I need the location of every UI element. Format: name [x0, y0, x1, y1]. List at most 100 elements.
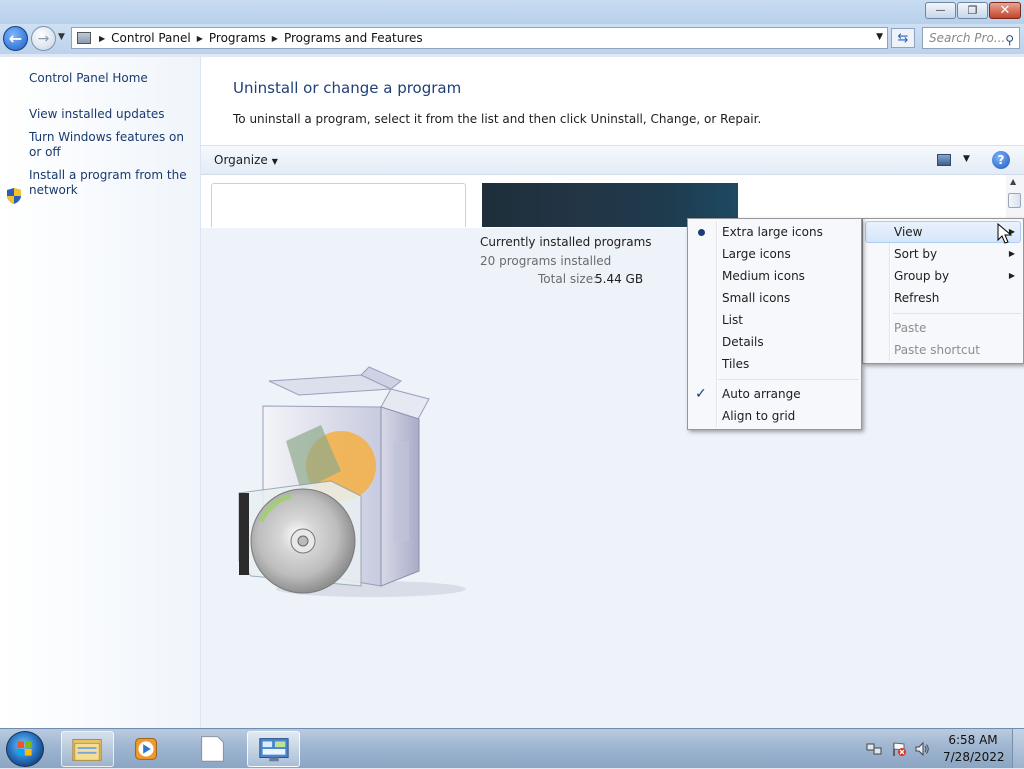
view-installed-updates-link[interactable]: View installed updates: [29, 107, 189, 122]
menu-separator: [893, 313, 1021, 314]
scroll-up-icon[interactable]: ▲: [1010, 177, 1016, 186]
network-icon[interactable]: [866, 741, 882, 757]
refresh-icon: ⇆: [897, 30, 909, 46]
document-icon: [201, 736, 224, 762]
menu-item-label: Sort by: [894, 247, 938, 261]
taskbar-notepad[interactable]: [187, 731, 240, 767]
search-icon[interactable]: ⚲: [1005, 30, 1014, 50]
taskbar-windows-explorer[interactable]: [61, 731, 114, 767]
volume-icon[interactable]: [914, 741, 930, 757]
change-view-button[interactable]: ▼: [937, 152, 979, 170]
menu-item-label: Refresh: [894, 291, 940, 305]
menu-item-paste[interactable]: Paste: [863, 317, 1023, 339]
back-button[interactable]: ←: [3, 26, 28, 51]
recent-pages-dropdown[interactable]: ▼: [58, 32, 65, 42]
menu-item-sort-by[interactable]: Sort by ▶: [863, 243, 1023, 265]
menu-item-label: Align to grid: [722, 409, 796, 423]
action-center-flag-icon[interactable]: [891, 741, 907, 757]
forward-button[interactable]: →: [31, 26, 56, 51]
windows-logo-icon: [17, 741, 32, 756]
breadcrumb-separator-icon[interactable]: ▶: [272, 34, 278, 43]
main-content: Uninstall or change a program To uninsta…: [201, 57, 1024, 728]
forward-arrow-icon: →: [37, 30, 50, 47]
minimize-icon: —: [935, 5, 946, 16]
address-bar[interactable]: ▶ Control Panel ▶ Programs ▶ Programs an…: [71, 27, 888, 49]
search-input[interactable]: Search Pro... ⚲: [922, 27, 1020, 49]
header-area: Uninstall or change a program To uninsta…: [201, 57, 1024, 145]
menu-item-extra-large-icons[interactable]: Extra large icons: [688, 221, 861, 243]
menu-item-paste-shortcut[interactable]: Paste shortcut: [863, 339, 1023, 361]
view-submenu: Extra large icons Large icons Medium ico…: [687, 218, 862, 430]
taskbar-control-panel[interactable]: [247, 731, 300, 767]
control-panel-icon: [259, 738, 289, 762]
menu-item-label: Group by: [894, 269, 950, 283]
help-icon[interactable]: ?: [992, 151, 1010, 169]
maximize-button[interactable]: ❐: [957, 2, 988, 19]
menu-separator: [718, 379, 859, 380]
submenu-arrow-icon: ▶: [1008, 249, 1015, 258]
breadcrumb-separator-icon[interactable]: ▶: [99, 34, 105, 43]
menu-item-label: Small icons: [722, 291, 791, 305]
program-tile[interactable]: [211, 183, 466, 227]
taskbar: [0, 728, 1024, 768]
menu-item-group-by[interactable]: Group by ▶: [863, 265, 1023, 287]
menu-item-details[interactable]: Details: [688, 331, 861, 353]
show-desktop-button[interactable]: [1012, 729, 1024, 768]
organize-label: Organize: [214, 153, 268, 167]
menu-item-label: Auto arrange: [722, 387, 801, 401]
start-button[interactable]: [6, 731, 44, 767]
menu-item-label: Medium icons: [722, 269, 805, 283]
menu-item-label: Large icons: [722, 247, 791, 261]
search-placeholder: Search Pro...: [929, 31, 1006, 45]
menu-item-label: Paste shortcut: [894, 343, 980, 357]
breadcrumb-control-panel[interactable]: Control Panel: [111, 31, 191, 45]
turn-windows-features-link[interactable]: Turn Windows features on or off: [29, 130, 189, 160]
install-from-network-link[interactable]: Install a program from the network: [29, 168, 189, 198]
menu-item-medium-icons[interactable]: Medium icons: [688, 265, 861, 287]
breadcrumb-separator-icon[interactable]: ▶: [197, 34, 203, 43]
menu-item-list[interactable]: List: [688, 309, 861, 331]
menu-item-align-to-grid[interactable]: Align to grid: [688, 405, 861, 427]
view-icon: [937, 154, 951, 166]
scrollbar-thumb[interactable]: [1008, 193, 1021, 208]
control-panel-icon: [77, 32, 91, 44]
radio-selected-icon: [698, 229, 705, 236]
taskbar-media-player[interactable]: [121, 731, 174, 767]
mouse-cursor-icon: [997, 223, 1013, 244]
clock-date[interactable]: 7/28/2022: [943, 750, 1005, 764]
menu-item-refresh[interactable]: Refresh: [863, 287, 1023, 309]
menu-item-label: Details: [722, 335, 764, 349]
window-title-bar: — ❐ ✕: [0, 0, 1024, 26]
restore-icon: ❐: [967, 4, 978, 17]
total-size-label: Total size:: [538, 272, 598, 286]
chevron-down-icon: ▼: [271, 157, 278, 166]
left-navigation-pane: Control Panel Home View installed update…: [0, 57, 201, 728]
menu-item-label: List: [722, 313, 743, 327]
folder-icon: [72, 739, 102, 761]
uac-shield-icon: [7, 188, 21, 204]
software-box-icon: [238, 366, 466, 597]
menu-item-small-icons[interactable]: Small icons: [688, 287, 861, 309]
breadcrumb-programs[interactable]: Programs: [209, 31, 266, 45]
total-size-value: 5.44 GB: [595, 272, 644, 286]
control-panel-home-link[interactable]: Control Panel Home: [29, 71, 189, 86]
close-button[interactable]: ✕: [989, 2, 1021, 19]
minimize-button[interactable]: —: [925, 2, 956, 19]
menu-item-label: Extra large icons: [722, 225, 823, 239]
back-arrow-icon: ←: [8, 29, 23, 48]
menu-item-label: Paste: [894, 321, 927, 335]
breadcrumb-programs-and-features[interactable]: Programs and Features: [284, 31, 423, 45]
menu-item-auto-arrange[interactable]: ✓ Auto arrange: [688, 383, 861, 405]
clock-time[interactable]: 6:58 AM: [945, 733, 1001, 747]
address-dropdown-icon[interactable]: ▼: [876, 32, 883, 42]
menu-item-tiles[interactable]: Tiles: [688, 353, 861, 375]
close-icon: ✕: [999, 3, 1011, 18]
media-player-icon: [135, 738, 157, 760]
menu-item-large-icons[interactable]: Large icons: [688, 243, 861, 265]
organize-button[interactable]: Organize ▼: [214, 153, 278, 167]
menu-item-label: View: [894, 225, 923, 239]
checkmark-icon: ✓: [695, 386, 707, 402]
submenu-arrow-icon: ▶: [1008, 271, 1015, 280]
refresh-button[interactable]: ⇆: [891, 28, 915, 48]
menu-item-label: Tiles: [722, 357, 750, 371]
